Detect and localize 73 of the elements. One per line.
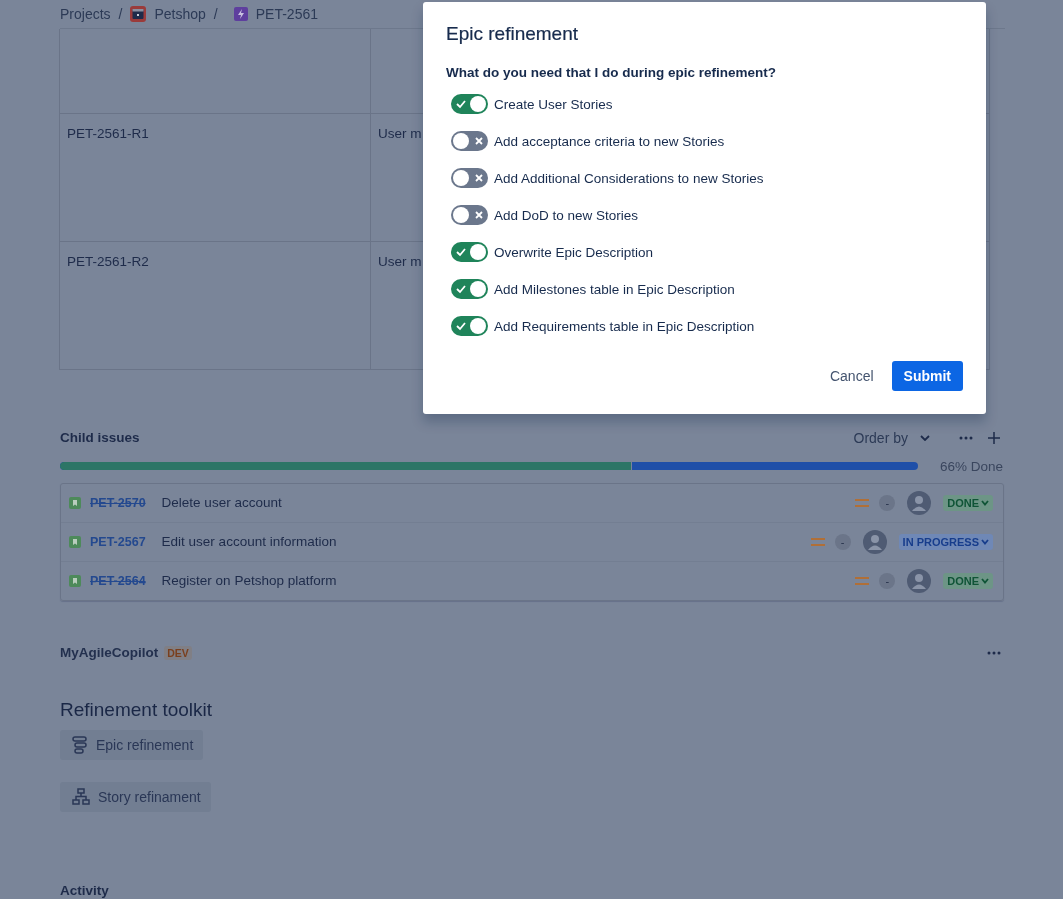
avatar-icon	[907, 490, 932, 515]
check-icon	[456, 247, 466, 257]
chevron-down-icon	[981, 538, 989, 545]
breadcrumb-link[interactable]: PET-2561	[255, 6, 318, 22]
toggle-label: Add acceptance criteria to new Stories	[494, 133, 725, 149]
issue-key-link[interactable]: PET-2564	[90, 573, 146, 588]
status-dropdown[interactable]: DONE	[943, 572, 993, 589]
table-cell-text: User m	[378, 253, 422, 269]
issue-key-link[interactable]: PET-2570	[90, 495, 146, 510]
cross-icon	[474, 173, 484, 183]
cross-icon	[474, 210, 484, 220]
toggle-label: Add DoD to new Stories	[494, 207, 639, 223]
toggle-label: Overwrite Epic Description	[494, 244, 654, 260]
status-dropdown[interactable]: IN PROGRESS	[898, 533, 993, 550]
progress-label: 66% Done	[940, 458, 1004, 474]
lightning-icon	[233, 7, 248, 21]
section-heading: Refinement toolkit	[60, 698, 214, 721]
check-icon	[456, 321, 466, 331]
breadcrumb-separator: /	[118, 6, 123, 22]
priority-medium-icon	[855, 497, 870, 508]
issue-key-link[interactable]: PET-2567	[90, 534, 146, 549]
order-by-button[interactable]: Order by	[849, 429, 934, 446]
toggle-switch[interactable]	[451, 316, 488, 336]
issue-summary: Delete user account	[161, 495, 283, 510]
toggle-label: Create User Stories	[494, 96, 613, 112]
estimate-badge: -	[879, 572, 896, 589]
avatar-icon	[907, 568, 932, 593]
breadcrumb-link[interactable]: Petshop	[154, 6, 206, 22]
dialog-title: Epic refinement	[446, 22, 579, 46]
question-text: What do you need that I do during epic refinement?	[446, 65, 777, 81]
chevron-down-icon	[981, 577, 989, 584]
story-icon	[69, 535, 81, 548]
toolkit-button[interactable]: Epic refinement	[60, 729, 204, 760]
estimate-badge: -	[879, 494, 896, 511]
project-icon	[130, 6, 147, 22]
app-title: MyAgileCopilot	[60, 645, 159, 660]
cancel-button[interactable]: Cancel	[819, 361, 884, 391]
stacked-bars-icon	[72, 735, 88, 754]
toolkit-button[interactable]: Story refinament	[60, 781, 211, 812]
toggle-switch[interactable]	[451, 279, 488, 299]
priority-medium-icon	[810, 536, 825, 547]
submit-button[interactable]: Submit	[891, 361, 963, 391]
chevron-down-icon	[981, 499, 989, 506]
issue-summary: Edit user account information	[161, 534, 338, 549]
table-cell-text: PET-2561-R1	[67, 125, 149, 141]
toggle-label: Add Additional Considerations to new Stories	[494, 170, 764, 186]
toggle-switch[interactable]	[451, 94, 488, 114]
chevron-down-icon	[920, 434, 930, 441]
check-icon	[456, 99, 466, 109]
breadcrumb-link[interactable]: Projects	[60, 6, 111, 22]
story-icon	[69, 574, 81, 587]
issue-summary: Register on Petshop platform	[161, 573, 338, 588]
toggle-switch[interactable]	[451, 242, 488, 262]
toggle-label: Add Milestones table in Epic Description	[494, 281, 735, 297]
table-cell-text: PET-2561-R2	[67, 253, 149, 269]
add-icon[interactable]	[988, 431, 1000, 444]
section-title: Activity	[60, 882, 109, 898]
avatar-icon	[862, 529, 887, 554]
toggle-label: Add Requirements table in Epic Description	[494, 318, 755, 334]
section-title: Child issues	[60, 430, 141, 445]
toggle-switch[interactable]	[451, 205, 488, 225]
priority-medium-icon	[855, 575, 870, 586]
toggle-switch[interactable]	[451, 131, 488, 151]
status-dropdown[interactable]: DONE	[943, 494, 993, 511]
hierarchy-icon	[72, 788, 90, 805]
cross-icon	[474, 136, 484, 146]
story-icon	[69, 496, 81, 509]
estimate-badge: -	[834, 533, 851, 550]
breadcrumb-separator: /	[213, 6, 218, 22]
check-icon	[456, 284, 466, 294]
toggle-switch[interactable]	[451, 168, 488, 188]
environment-badge: DEV	[164, 645, 192, 660]
table-cell-text: User m	[378, 125, 422, 141]
